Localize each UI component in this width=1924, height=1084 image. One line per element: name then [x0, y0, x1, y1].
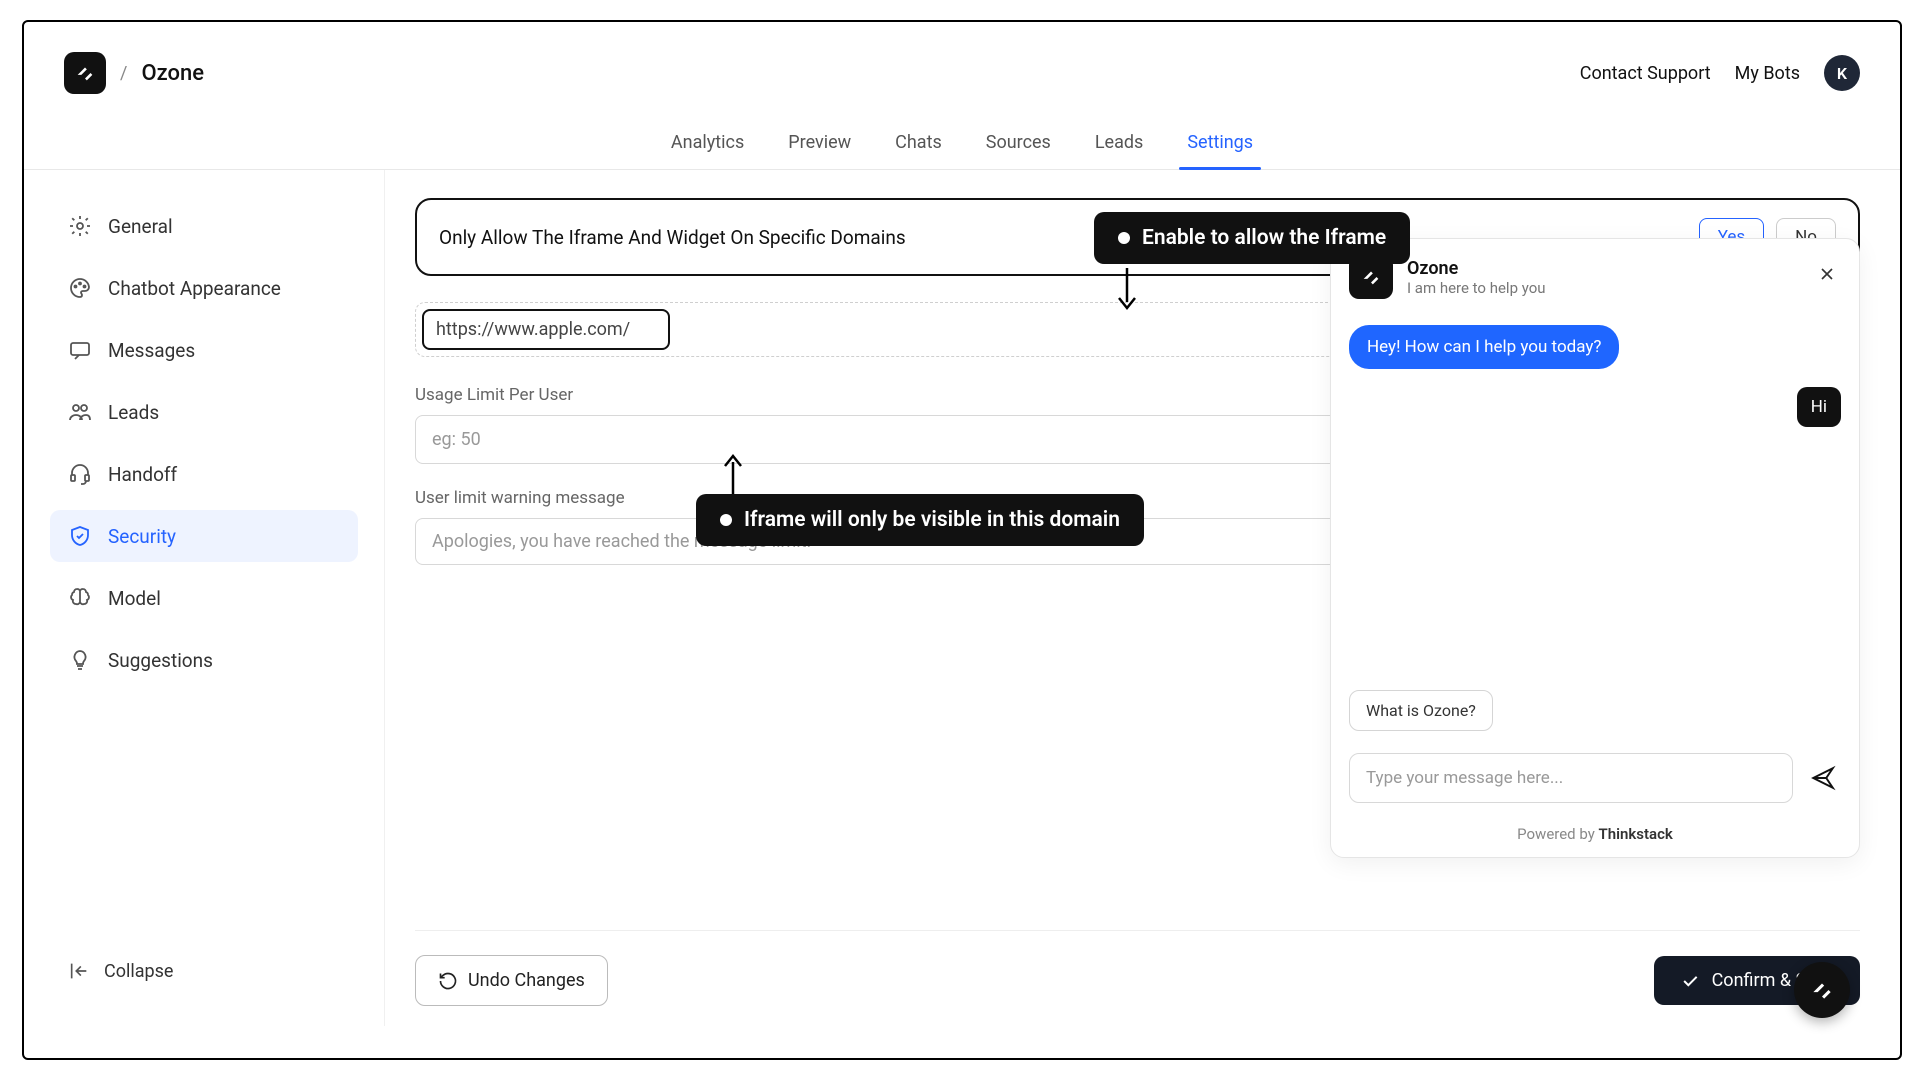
contact-support-link[interactable]: Contact Support — [1580, 63, 1711, 84]
sidebar-item-model[interactable]: Model — [50, 572, 358, 624]
tab-bar: Analytics Preview Chats Sources Leads Se… — [24, 124, 1900, 170]
user-message: Hi — [1797, 387, 1841, 427]
gear-icon — [68, 214, 92, 238]
sidebar-item-leads[interactable]: Leads — [50, 386, 358, 438]
warning-message-label: User limit warning message — [415, 488, 625, 508]
chat-footer: Powered by Thinkstack — [1331, 815, 1859, 857]
tab-sources[interactable]: Sources — [984, 124, 1053, 169]
sidebar-item-label: Chatbot Appearance — [108, 277, 281, 300]
sidebar-item-label: Model — [108, 587, 161, 610]
domain-input[interactable] — [436, 319, 656, 340]
chat-header: Ozone I am here to help you — [1331, 239, 1859, 315]
settings-sidebar: General Chatbot Appearance Messages Lead… — [24, 170, 384, 1026]
palette-icon — [68, 276, 92, 300]
annotation-enable-iframe: Enable to allow the Iframe — [1094, 212, 1410, 264]
fab-logo-icon — [1809, 977, 1835, 1003]
sidebar-item-messages[interactable]: Messages — [50, 324, 358, 376]
send-icon — [1810, 765, 1836, 791]
sidebar-item-label: Messages — [108, 339, 195, 362]
annotation-domain-visible: Iframe will only be visible in this doma… — [696, 494, 1144, 546]
sidebar-item-suggestions[interactable]: Suggestions — [50, 634, 358, 686]
chat-title: Ozone — [1407, 258, 1546, 279]
shield-icon — [68, 524, 92, 548]
collapse-sidebar-button[interactable]: Collapse — [50, 946, 358, 996]
tab-settings[interactable]: Settings — [1185, 124, 1255, 169]
sidebar-item-general[interactable]: General — [50, 200, 358, 252]
bot-message: Hey! How can I help you today? — [1349, 325, 1619, 369]
undo-label: Undo Changes — [468, 970, 585, 991]
chat-subtitle: I am here to help you — [1407, 279, 1546, 297]
collapse-icon — [68, 960, 90, 982]
tab-preview[interactable]: Preview — [786, 124, 853, 169]
sidebar-item-handoff[interactable]: Handoff — [50, 448, 358, 500]
annotation-arrow-icon — [1112, 268, 1142, 312]
chat-widget: Ozone I am here to help you Hey! How can… — [1330, 238, 1860, 858]
chat-icon — [68, 338, 92, 362]
chat-send-button[interactable] — [1805, 760, 1841, 796]
sidebar-item-security[interactable]: Security — [50, 510, 358, 562]
footer-actions: Undo Changes Confirm & Save — [415, 930, 1860, 1006]
avatar[interactable]: K — [1824, 55, 1860, 91]
users-icon — [68, 400, 92, 424]
headset-icon — [68, 462, 92, 486]
suggestion-chip[interactable]: What is Ozone? — [1349, 690, 1493, 731]
collapse-label: Collapse — [104, 961, 173, 982]
tab-leads[interactable]: Leads — [1093, 124, 1145, 169]
chat-fab-button[interactable] — [1794, 962, 1850, 1018]
brain-icon — [68, 586, 92, 610]
sidebar-item-label: Security — [108, 525, 176, 548]
my-bots-link[interactable]: My Bots — [1735, 63, 1800, 84]
sidebar-item-label: General — [108, 215, 173, 238]
app-logo-icon — [64, 52, 106, 94]
annotation-arrow-icon — [718, 450, 748, 496]
check-icon — [1680, 971, 1700, 991]
breadcrumb: / Ozone — [64, 52, 204, 94]
undo-changes-button[interactable]: Undo Changes — [415, 955, 608, 1006]
chat-close-button[interactable] — [1813, 260, 1841, 294]
chat-input[interactable] — [1349, 753, 1793, 803]
sidebar-item-label: Leads — [108, 401, 159, 424]
close-icon — [1817, 264, 1837, 284]
chat-body: Hey! How can I help you today? Hi — [1331, 315, 1859, 690]
breadcrumb-sep: / — [120, 63, 127, 84]
bulb-icon — [68, 648, 92, 672]
sidebar-item-label: Suggestions — [108, 649, 213, 672]
sidebar-item-label: Handoff — [108, 463, 177, 486]
tab-chats[interactable]: Chats — [893, 124, 944, 169]
page-title: Ozone — [141, 61, 204, 86]
undo-icon — [438, 971, 458, 991]
allow-iframe-label: Only Allow The Iframe And Widget On Spec… — [439, 226, 906, 249]
sidebar-item-appearance[interactable]: Chatbot Appearance — [50, 262, 358, 314]
header: / Ozone Contact Support My Bots K — [24, 22, 1900, 114]
tab-analytics[interactable]: Analytics — [669, 124, 746, 169]
